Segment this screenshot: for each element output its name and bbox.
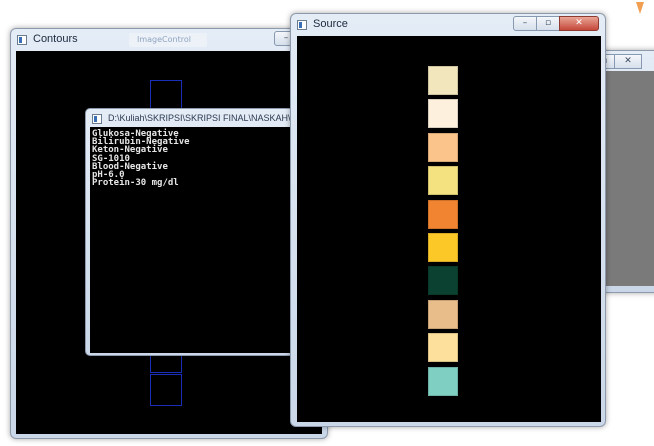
strip-pad: [428, 99, 458, 129]
app-icon: [297, 20, 307, 30]
strip-pad: [428, 266, 458, 296]
close-icon[interactable]: ✕: [559, 16, 599, 31]
console-window[interactable]: D:\Kuliah\SKRIPSI\SKRIPSI FINAL\NASKAH\A…: [85, 108, 306, 356]
strip-pad: [428, 199, 458, 229]
console-line: Protein-30 mg/dl: [92, 178, 179, 189]
console-titlebar[interactable]: D:\Kuliah\SKRIPSI\SKRIPSI FINAL\NASKAH\A…: [86, 109, 306, 129]
app-icon: [17, 35, 27, 45]
contour-box: [150, 80, 182, 110]
source-window[interactable]: Source – ▫ ✕: [290, 13, 606, 427]
strip-pad: [428, 366, 458, 396]
strip-pad: [428, 166, 458, 196]
background-window-client: [606, 71, 654, 286]
minimize-icon[interactable]: –: [513, 16, 537, 31]
source-titlebar[interactable]: Source – ▫ ✕: [291, 14, 605, 36]
console-output: Glukosa-Negative Bilirubin-Negative Keto…: [90, 127, 294, 353]
strip-pad: [428, 333, 458, 363]
source-canvas: [297, 36, 601, 422]
desktop-decoration: [636, 2, 644, 14]
window-title: Source: [313, 18, 348, 30]
contour-box: [150, 374, 182, 406]
close-icon[interactable]: ✕: [614, 54, 642, 69]
strip-pad: [428, 66, 458, 95]
strip-pad: [428, 132, 458, 162]
maximize-icon[interactable]: ▫: [536, 16, 560, 31]
taskbar-ghost-tab: ImageControl: [129, 33, 207, 47]
contours-titlebar[interactable]: Contours ImageControl – ▫: [11, 29, 327, 51]
strip-pad: [428, 233, 458, 262]
app-icon: [92, 114, 102, 124]
window-title: Contours: [33, 33, 78, 45]
window-title: D:\Kuliah\SKRIPSI\SKRIPSI FINAL\NASKAH\A…: [108, 113, 306, 123]
strip-pad: [428, 299, 458, 329]
